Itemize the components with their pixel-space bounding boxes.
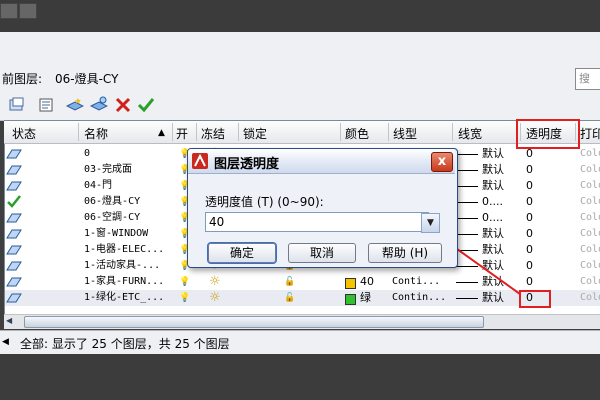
plot-style-value: Colo — [580, 164, 600, 175]
layer-status-icon[interactable] — [6, 259, 22, 273]
lineweight-value: 0.... — [482, 195, 503, 208]
color-name: 40 — [360, 275, 374, 288]
layer-name: 1-活动家具-... — [84, 260, 161, 271]
col-header-on[interactable]: 开 — [176, 125, 188, 142]
layer-status-icon[interactable] — [6, 275, 22, 289]
plot-style-value: Colo — [580, 212, 600, 223]
dialog-title: 图层透明度 — [214, 157, 280, 172]
cancel-button[interactable]: 取消 — [288, 243, 356, 263]
plot-style-value: Colo — [580, 228, 600, 239]
transparency-value: 0 — [526, 195, 533, 208]
new-layer-icon[interactable] — [66, 96, 84, 114]
transparency-value-input[interactable]: 40 — [205, 212, 429, 232]
lineweight-sample — [456, 186, 478, 187]
help-button[interactable]: 帮助 (H) — [368, 243, 442, 263]
new-layer-vp-frozen-icon[interactable] — [90, 96, 108, 114]
current-layer-value: 06-燈具-CY — [55, 72, 119, 86]
status-text: 全部: 显示了 25 个图层，共 25 个图层 — [20, 337, 230, 351]
color-name: 绿 — [360, 291, 371, 304]
col-header-freeze[interactable]: 冻结 — [201, 125, 225, 142]
layer-name: 1-窗-WINDOW — [84, 228, 149, 239]
layer-on-bulb-icon[interactable]: 💡 — [179, 290, 190, 306]
layer-status-icon[interactable] — [6, 243, 22, 257]
set-current-icon[interactable] — [137, 96, 155, 114]
layer-status-icon[interactable] — [6, 227, 22, 241]
col-header-lock[interactable]: 锁定 — [243, 125, 267, 142]
freeze-sun-icon[interactable]: ☼ — [209, 274, 221, 290]
layer-name: 06-空調-CY — [84, 212, 141, 223]
plot-style-value: Colo — [580, 260, 600, 271]
close-button[interactable]: x — [431, 152, 453, 172]
layer-name: 04-門 — [84, 180, 113, 191]
window-control-button[interactable] — [19, 3, 37, 19]
layer-search-input[interactable]: 搜 — [575, 68, 600, 90]
sort-up-icon: ▲ — [158, 128, 165, 138]
transparency-header-highlight — [516, 119, 580, 149]
layer-on-bulb-icon[interactable]: 💡 — [179, 274, 190, 290]
transparency-value: 0 — [526, 211, 533, 224]
transparency-value-label: 透明度值 (T) (0~90): — [205, 195, 324, 209]
autocad-logo-icon — [192, 153, 208, 169]
layer-status-icon[interactable] — [6, 147, 22, 161]
new-property-filter-icon[interactable] — [38, 96, 56, 114]
col-header-linetype[interactable]: 线型 — [393, 125, 417, 142]
lineweight-value: 默认 — [482, 163, 504, 176]
col-header-name[interactable]: 名称 — [84, 125, 108, 142]
plot-style-value: Colo — [580, 196, 600, 207]
col-header-color[interactable]: 颜色 — [345, 125, 369, 142]
layer-name: 1-电器-ELEC... — [84, 244, 165, 255]
lineweight-sample — [456, 218, 478, 219]
chevron-down-icon[interactable]: ▼ — [421, 213, 440, 233]
layer-state-icon[interactable] — [8, 96, 26, 114]
layer-name: 06-燈具-CY — [84, 196, 141, 207]
layer-name: 1-家具-FURN... — [84, 276, 165, 287]
layer-status-icon[interactable] — [6, 291, 22, 305]
freeze-sun-icon[interactable]: ☼ — [209, 290, 221, 306]
plot-style-value: Colo — [580, 292, 600, 303]
lineweight-sample — [456, 234, 478, 235]
plot-style-value: Colo — [580, 148, 600, 159]
linetype-name: Conti... — [392, 276, 441, 287]
plot-style-value: Colo — [580, 244, 600, 255]
window-control-button[interactable] — [0, 3, 18, 19]
layer-name: 1-绿化-ETC_... — [84, 292, 165, 303]
col-header-plot[interactable]: 打印 — [580, 125, 600, 142]
color-swatch[interactable] — [345, 294, 356, 305]
lineweight-sample — [456, 170, 478, 171]
col-header-lineweight[interactable]: 线宽 — [458, 125, 482, 142]
panel-top-strip — [0, 32, 600, 65]
unlock-icon[interactable]: 🔓 — [284, 274, 295, 290]
unlock-icon[interactable]: 🔓 — [284, 290, 295, 306]
expand-arrow-icon[interactable]: ◀ — [2, 337, 9, 347]
lineweight-sample — [456, 202, 478, 203]
layer-status-icon[interactable] — [6, 179, 22, 193]
transparency-value: 0 — [526, 163, 533, 176]
ok-button[interactable]: 确定 — [207, 242, 277, 264]
lineweight-value: 默认 — [482, 179, 504, 192]
layer-status-icon[interactable] — [6, 211, 22, 225]
layer-status-icon[interactable] — [6, 163, 22, 177]
layer-name: 03-完成面 — [84, 164, 133, 175]
title-strip — [0, 0, 600, 32]
scroll-left-icon[interactable]: ◀ — [6, 316, 12, 325]
current-layer-label: 前图层: — [2, 72, 43, 86]
linetype-name: Contin... — [392, 292, 447, 303]
lineweight-value: 0.... — [482, 211, 503, 224]
lineweight-sample — [456, 154, 478, 155]
color-swatch[interactable] — [345, 278, 356, 289]
scrollbar-thumb[interactable] — [24, 316, 484, 328]
plot-style-value: Colo — [580, 276, 600, 287]
plot-style-value: Colo — [580, 180, 600, 191]
lineweight-value: 默认 — [482, 147, 504, 160]
current-layer-check-icon[interactable] — [6, 195, 22, 209]
layer-name: 0 — [84, 148, 91, 159]
app-bottom-background — [0, 354, 600, 400]
col-header-status[interactable]: 状态 — [12, 125, 36, 142]
delete-layer-icon[interactable] — [114, 96, 132, 114]
transparency-value: 0 — [526, 179, 533, 192]
